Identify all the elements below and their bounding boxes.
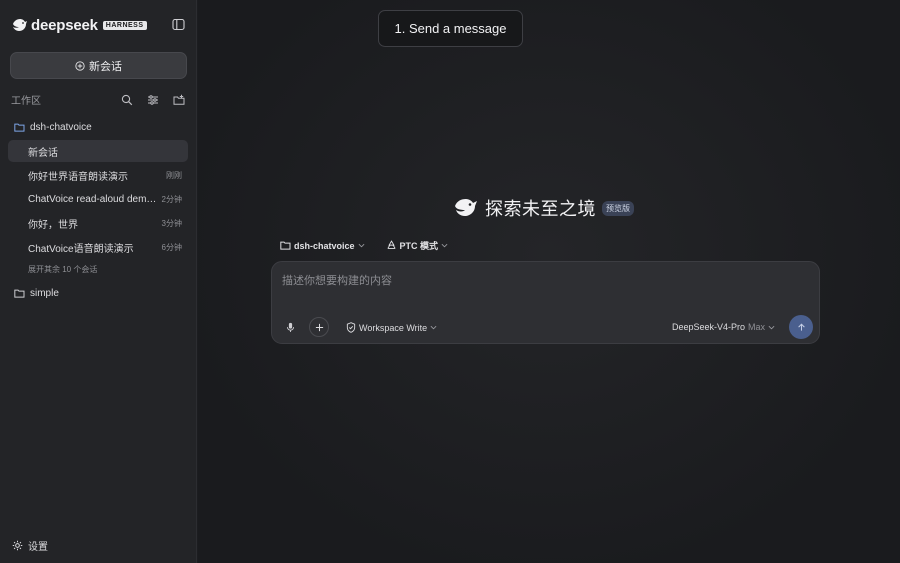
model-name: DeepSeek-V4-Pro bbox=[672, 322, 746, 332]
folder-name: dsh-chatvoice bbox=[30, 121, 92, 133]
onboarding-tooltip: 1. Send a message bbox=[378, 10, 523, 47]
plus-circle-icon bbox=[75, 60, 85, 71]
filter-sliders-icon[interactable] bbox=[147, 93, 159, 105]
new-folder-icon[interactable] bbox=[173, 93, 185, 105]
message-input[interactable] bbox=[282, 270, 802, 292]
microphone-icon bbox=[286, 322, 294, 332]
session-item[interactable]: ChatVoice read-aloud demo... 2分钟 bbox=[8, 188, 188, 210]
session-title: 新会话 bbox=[28, 147, 58, 159]
brand[interactable]: deepseek HARNESS bbox=[12, 16, 147, 34]
recycle-icon bbox=[386, 240, 396, 249]
brand-badge: HARNESS bbox=[102, 20, 147, 30]
new-chat-button[interactable]: 新会话 bbox=[10, 52, 187, 79]
chevron-down-icon bbox=[430, 325, 437, 330]
new-chat-label: 新会话 bbox=[89, 60, 122, 73]
session-item[interactable]: 你好世界语音朗读演示 刚刚 bbox=[8, 164, 188, 186]
mode-selector[interactable]: PTC 模式 bbox=[386, 239, 452, 252]
folder-open-icon bbox=[14, 123, 25, 132]
chevron-down-icon bbox=[768, 325, 775, 329]
session-time: 2分钟 bbox=[161, 194, 182, 204]
model-selector[interactable]: DeepSeek-V4-Pro Max bbox=[672, 322, 775, 332]
toggle-sidebar-icon[interactable] bbox=[172, 18, 185, 31]
workspace-name: dsh-chatvoice bbox=[294, 240, 355, 251]
session-time: 3分钟 bbox=[161, 218, 182, 228]
workspace-selector[interactable]: dsh-chatvoice bbox=[280, 241, 368, 251]
settings-button[interactable]: 设置 bbox=[12, 538, 48, 553]
folder-icon bbox=[14, 289, 25, 298]
folder-icon bbox=[280, 241, 291, 250]
session-title: ChatVoice语音朗读演示 bbox=[28, 243, 134, 255]
brand-name: deepseek bbox=[31, 16, 98, 34]
chevron-down-icon bbox=[358, 243, 364, 248]
session-title: 你好，世界 bbox=[28, 219, 78, 231]
session-time: 刚刚 bbox=[166, 170, 182, 180]
gear-icon bbox=[12, 540, 23, 551]
session-item[interactable]: 新会话 bbox=[8, 140, 188, 162]
settings-label: 设置 bbox=[28, 542, 48, 553]
workspace-header: 工作区 bbox=[11, 93, 187, 107]
folder-simple[interactable]: simple bbox=[14, 286, 59, 300]
microphone-button[interactable] bbox=[283, 320, 297, 334]
context-row: dsh-chatvoice PTC 模式 bbox=[280, 239, 451, 252]
folder-name: simple bbox=[30, 287, 59, 299]
shield-icon bbox=[346, 322, 356, 333]
session-item[interactable]: ChatVoice语音朗读演示 6分钟 bbox=[8, 236, 188, 258]
effort-level: Max bbox=[748, 322, 766, 332]
session-time: 6分钟 bbox=[161, 242, 182, 252]
workspace-title: 工作区 bbox=[11, 95, 41, 107]
whale-logo-icon bbox=[455, 199, 477, 216]
session-item[interactable]: 你好，世界 3分钟 bbox=[8, 212, 188, 234]
folder-dsh-chatvoice[interactable]: dsh-chatvoice bbox=[14, 120, 92, 134]
attach-button[interactable] bbox=[309, 317, 329, 337]
search-icon[interactable] bbox=[121, 93, 133, 106]
permission-label: Workspace Write bbox=[359, 322, 428, 333]
mode-name: PTC 模式 bbox=[399, 241, 439, 251]
hero-title: 探索未至之境 bbox=[485, 199, 596, 219]
hero: 探索未至之境 预览版 bbox=[454, 197, 634, 219]
plus-icon bbox=[315, 323, 323, 331]
whale-logo-icon bbox=[13, 19, 27, 31]
send-button[interactable] bbox=[789, 315, 813, 339]
session-title: ChatVoice read-aloud demo... bbox=[28, 193, 158, 205]
sidebar: deepseek HARNESS 新会话 工作区 dsh-chatvoice 新… bbox=[0, 0, 197, 563]
preview-badge: 预览版 bbox=[602, 200, 634, 216]
arrow-up-icon bbox=[797, 323, 805, 331]
chevron-down-icon bbox=[441, 243, 448, 248]
session-title: 你好世界语音朗读演示 bbox=[28, 171, 128, 183]
expand-more-sessions-link[interactable]: 展开其余 10 个会话 bbox=[28, 264, 97, 275]
permission-selector[interactable]: Workspace Write bbox=[346, 322, 440, 333]
composer: Workspace Write DeepSeek-V4-Pro Max bbox=[271, 261, 820, 344]
